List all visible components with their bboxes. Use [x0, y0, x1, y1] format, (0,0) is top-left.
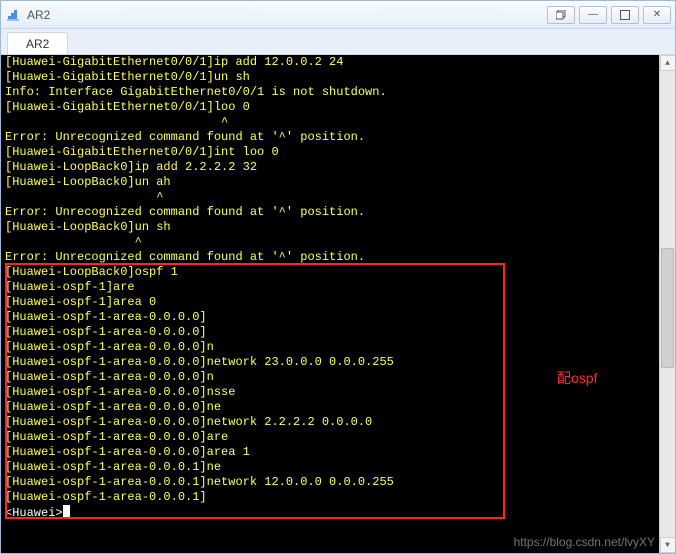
terminal-line: Error: Unrecognized command found at '^'… — [5, 250, 655, 265]
tabbar: AR2 — [1, 29, 675, 55]
scroll-track[interactable] — [660, 71, 675, 537]
titlebar[interactable]: AR2 — ✕ — [1, 1, 675, 29]
terminal-line: [Huawei-ospf-1-area-0.0.0.0]n — [5, 340, 655, 355]
terminal-line: ^ — [5, 235, 655, 250]
scroll-down-button[interactable]: ▼ — [660, 537, 676, 553]
terminal-line: [Huawei-ospf-1-area-0.0.0.0]network 23.0… — [5, 355, 655, 370]
restore-down-button[interactable] — [547, 6, 575, 24]
terminal-line: [Huawei-ospf-1-area-0.0.0.0]nsse — [5, 385, 655, 400]
terminal-line: Info: Interface GigabitEthernet0/0/1 is … — [5, 85, 655, 100]
terminal-line: [Huawei-ospf-1-area-0.0.0.0] — [5, 310, 655, 325]
terminal-line: [Huawei-ospf-1-area-0.0.0.0]are — [5, 430, 655, 445]
terminal-prompt-line: <Huawei> — [5, 505, 655, 520]
terminal-line: [Huawei-GigabitEthernet0/0/1]un sh — [5, 70, 655, 85]
terminal-line: [Huawei-ospf-1-area-0.0.0.0]network 2.2.… — [5, 415, 655, 430]
scroll-thumb[interactable] — [661, 248, 674, 368]
terminal-line: [Huawei-ospf-1]are — [5, 280, 655, 295]
terminal-line: Error: Unrecognized command found at '^'… — [5, 130, 655, 145]
terminal-line: [Huawei-ospf-1-area-0.0.0.1]network 12.0… — [5, 475, 655, 490]
minimize-button[interactable]: — — [579, 6, 607, 24]
app-window: AR2 — ✕ AR2 [Huawei-GigabitEthernet0/0/1… — [0, 0, 676, 554]
terminal-line: [Huawei-LoopBack0]un ah — [5, 175, 655, 190]
terminal[interactable]: [Huawei-GigabitEthernet0/0/1]ip add 12.0… — [1, 55, 675, 553]
tab-ar2[interactable]: AR2 — [7, 32, 68, 54]
terminal-line: [Huawei-ospf-1-area-0.0.0.0]area 1 — [5, 445, 655, 460]
terminal-line: ^ — [5, 115, 655, 130]
terminal-line: [Huawei-GigabitEthernet0/0/1]loo 0 — [5, 100, 655, 115]
vertical-scrollbar[interactable]: ▲ ▼ — [659, 55, 675, 553]
app-icon — [5, 7, 21, 23]
terminal-line: [Huawei-LoopBack0]ospf 1 — [5, 265, 655, 280]
window-controls: — ✕ — [547, 6, 671, 24]
terminal-line: [Huawei-ospf-1]area 0 — [5, 295, 655, 310]
terminal-line: [Huawei-ospf-1-area-0.0.0.0]ne — [5, 400, 655, 415]
terminal-content: [Huawei-GigabitEthernet0/0/1]ip add 12.0… — [1, 55, 659, 553]
terminal-line: Error: Unrecognized command found at '^'… — [5, 205, 655, 220]
terminal-line: ^ — [5, 190, 655, 205]
maximize-button[interactable] — [611, 6, 639, 24]
terminal-line: [Huawei-ospf-1-area-0.0.0.0] — [5, 325, 655, 340]
terminal-line: [Huawei-ospf-1-area-0.0.0.1]ne — [5, 460, 655, 475]
terminal-line: [Huawei-LoopBack0]ip add 2.2.2.2 32 — [5, 160, 655, 175]
terminal-line: [Huawei-GigabitEthernet0/0/1]int loo 0 — [5, 145, 655, 160]
terminal-line: [Huawei-LoopBack0]un sh — [5, 220, 655, 235]
terminal-line: [Huawei-ospf-1-area-0.0.0.1] — [5, 490, 655, 505]
terminal-line: [Huawei-GigabitEthernet0/0/1]ip add 12.0… — [5, 55, 655, 70]
close-button[interactable]: ✕ — [643, 6, 671, 24]
window-title: AR2 — [27, 8, 547, 22]
scroll-up-button[interactable]: ▲ — [660, 55, 676, 71]
terminal-cursor — [63, 505, 70, 518]
terminal-line: [Huawei-ospf-1-area-0.0.0.0]n — [5, 370, 655, 385]
